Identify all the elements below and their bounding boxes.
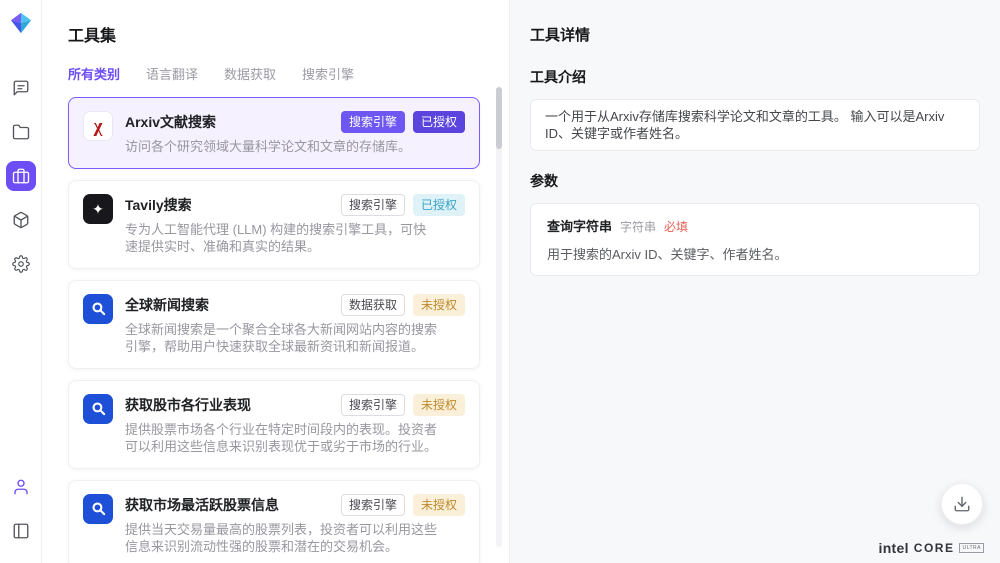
download-icon xyxy=(953,495,971,513)
tool-name: Tavily搜索 xyxy=(125,195,192,215)
page-title: 工具集 xyxy=(68,22,509,46)
scrollbar-thumb[interactable] xyxy=(496,87,502,149)
param-name: 查询字符串 xyxy=(547,216,612,235)
tab-data-fetch[interactable]: 数据获取 xyxy=(224,64,276,83)
auth-badge: 已授权 xyxy=(413,111,465,133)
tool-description: 提供当天交易量最高的股票列表，投资者可以利用这些信息来识别流动性强的股票和潜在的… xyxy=(125,521,439,556)
news-search-logo-icon xyxy=(83,294,113,324)
panel-icon[interactable] xyxy=(6,516,36,546)
tool-description: 全球新闻搜索是一个聚合全球各大新闻网站内容的搜索引擎，帮助用户快速获取全球最新资… xyxy=(125,321,439,356)
tool-intro-card: 一个用于从Arxiv存储库搜索科学论文和文章的工具。 输入可以是Arxiv ID… xyxy=(530,99,980,151)
tool-description: 专为人工智能代理 (LLM) 构建的搜索引擎工具，可快速提供实时、准确和真实的结… xyxy=(125,221,439,256)
tab-search-engine[interactable]: 搜索引擎 xyxy=(302,64,354,83)
tool-card-tavily[interactable]: ✦ Tavily搜索 搜索引擎 已授权 专为人工智能代理 (LLM) 构建的搜索… xyxy=(68,180,480,269)
icon-rail xyxy=(0,0,42,563)
intro-heading: 工具介绍 xyxy=(530,67,980,87)
tool-intro-text: 一个用于从Arxiv存储库搜索科学论文和文章的工具。 输入可以是Arxiv ID… xyxy=(545,109,944,141)
settings-icon[interactable] xyxy=(6,249,36,279)
tool-card-active-stocks[interactable]: 获取市场最活跃股票信息 搜索引擎 未授权 提供当天交易量最高的股票列表，投资者可… xyxy=(68,480,480,563)
intel-wordmark: intel xyxy=(879,540,909,556)
param-required-badge: 必填 xyxy=(664,218,688,235)
intel-core-logo: intel CORE ULTRA xyxy=(879,540,984,556)
app-window: 工具集 所有类别 语言翻译 数据获取 搜索引擎 χ Arxiv文献搜索 搜索引擎… xyxy=(0,0,1000,563)
tab-all-categories[interactable]: 所有类别 xyxy=(68,64,120,83)
tool-name: Arxiv文献搜索 xyxy=(125,112,216,132)
tavily-logo-icon: ✦ xyxy=(83,194,113,224)
tool-description: 提供股票市场各个行业在特定时间段内的表现。投资者可以利用这些信息来识别表现优于或… xyxy=(125,421,439,456)
auth-badge: 未授权 xyxy=(413,294,465,316)
param-description: 用于搜索的Arxiv ID、关键字、作者姓名。 xyxy=(547,244,963,263)
tool-card-stock-sectors[interactable]: 获取股市各行业表现 搜索引擎 未授权 提供股票市场各个行业在特定时间段内的表现。… xyxy=(68,380,480,469)
tool-description: 访问各个研究领域大量科学论文和文章的存储库。 xyxy=(125,138,439,156)
parameter-card: 查询字符串 字符串 必填 用于搜索的Arxiv ID、关键字、作者姓名。 xyxy=(530,203,980,276)
category-badge: 搜索引擎 xyxy=(341,394,405,416)
folder-icon[interactable] xyxy=(6,117,36,147)
core-wordmark: CORE xyxy=(914,541,955,555)
briefcase-icon[interactable] xyxy=(6,161,36,191)
tab-language-translation[interactable]: 语言翻译 xyxy=(146,64,198,83)
chat-icon[interactable] xyxy=(6,73,36,103)
download-button[interactable] xyxy=(941,483,983,525)
active-stocks-logo-icon xyxy=(83,494,113,524)
scrollbar[interactable] xyxy=(496,87,502,547)
auth-badge: 未授权 xyxy=(413,494,465,516)
category-tabs: 所有类别 语言翻译 数据获取 搜索引擎 xyxy=(68,64,509,83)
arxiv-logo-icon: χ xyxy=(83,111,113,141)
params-heading: 参数 xyxy=(530,171,980,191)
param-type: 字符串 xyxy=(620,218,656,235)
tool-card-arxiv[interactable]: χ Arxiv文献搜索 搜索引擎 已授权 访问各个研究领域大量科学论文和文章的存… xyxy=(68,97,480,169)
tool-card-global-news[interactable]: 全球新闻搜索 数据获取 未授权 全球新闻搜索是一个聚合全球各大新闻网站内容的搜索… xyxy=(68,280,480,369)
category-badge: 数据获取 xyxy=(341,294,405,316)
tool-list: χ Arxiv文献搜索 搜索引擎 已授权 访问各个研究领域大量科学论文和文章的存… xyxy=(68,97,480,563)
package-icon[interactable] xyxy=(6,205,36,235)
auth-badge: 已授权 xyxy=(413,194,465,216)
category-badge: 搜索引擎 xyxy=(341,194,405,216)
user-icon[interactable] xyxy=(6,472,36,502)
tool-name: 全球新闻搜索 xyxy=(125,295,209,315)
tool-detail-panel: 工具详情 工具介绍 一个用于从Arxiv存储库搜索科学论文和文章的工具。 输入可… xyxy=(510,0,1000,563)
ultra-badge: ULTRA xyxy=(959,543,984,553)
auth-badge: 未授权 xyxy=(413,394,465,416)
toolset-panel: 工具集 所有类别 语言翻译 数据获取 搜索引擎 χ Arxiv文献搜索 搜索引擎… xyxy=(42,0,510,563)
tool-name: 获取市场最活跃股票信息 xyxy=(125,495,279,515)
stock-sectors-logo-icon xyxy=(83,394,113,424)
category-badge: 搜索引擎 xyxy=(341,111,405,133)
app-logo-icon xyxy=(10,12,32,34)
tool-name: 获取股市各行业表现 xyxy=(125,395,251,415)
category-badge: 搜索引擎 xyxy=(341,494,405,516)
detail-title: 工具详情 xyxy=(530,24,980,45)
